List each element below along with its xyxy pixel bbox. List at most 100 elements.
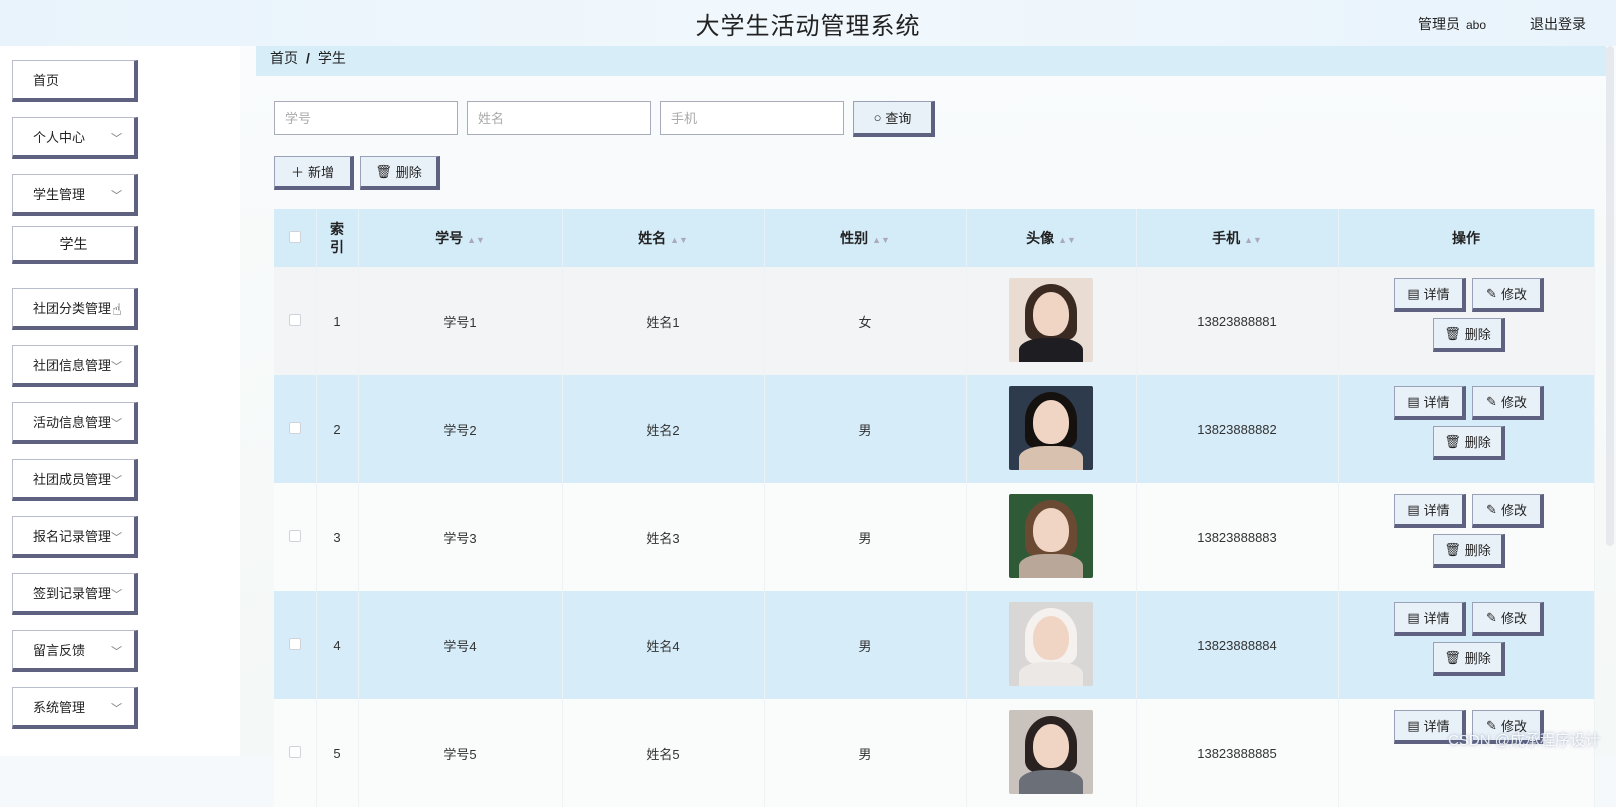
sidebar-item-feedback[interactable]: 留言反馈 ﹀	[12, 630, 138, 672]
query-button[interactable]: ○查询	[853, 101, 935, 137]
header-phone[interactable]: 手机▲▼	[1136, 209, 1338, 267]
cell-name: 姓名1	[562, 267, 764, 375]
cell-phone: 13823888883	[1136, 483, 1338, 591]
student-no-input[interactable]	[274, 101, 458, 135]
select-all-cell[interactable]	[274, 209, 316, 267]
header-name[interactable]: 姓名▲▼	[562, 209, 764, 267]
cell-actions: ▤详情 ✎修改 🗑删除	[1338, 267, 1594, 375]
document-icon: ▤	[1407, 394, 1419, 410]
cell-student-no: 学号3	[358, 483, 562, 591]
avatar[interactable]	[1009, 710, 1093, 794]
cell-phone: 13823888884	[1136, 591, 1338, 699]
sidebar-item-label: 社团信息管理	[33, 355, 111, 374]
trash-icon: 🗑	[1444, 434, 1461, 450]
avatar[interactable]	[1009, 278, 1093, 362]
chevron-down-icon: ﹀	[111, 415, 122, 431]
add-label: 新增	[308, 162, 334, 181]
delete-button[interactable]: 🗑删除	[1433, 642, 1505, 676]
header-index: 索引	[316, 209, 358, 267]
logout-link[interactable]: 退出登录	[1530, 14, 1586, 34]
edit-button[interactable]: ✎修改	[1472, 494, 1544, 528]
row-checkbox[interactable]	[289, 530, 301, 542]
row-checkbox[interactable]	[289, 314, 301, 326]
cell-index: 5	[316, 699, 358, 807]
sidebar: 首页 个人中心 ﹀ 学生管理 ﹀ 学生 社团分类管理 社团信息管理 ﹀ 活动信息…	[0, 46, 240, 756]
cell-gender: 女	[764, 267, 966, 375]
delete-button[interactable]: 🗑删除	[1433, 534, 1505, 568]
sidebar-subitem-student[interactable]: 学生	[12, 226, 138, 264]
header-gender[interactable]: 性别▲▼	[764, 209, 966, 267]
detail-button[interactable]: ▤详情	[1394, 494, 1466, 528]
trash-icon: 🗑	[1444, 326, 1461, 342]
search-icon: ○	[874, 110, 882, 125]
table-row: 5 学号5 姓名5 男 13823888885 ▤详情 ✎修改	[274, 699, 1594, 807]
plus-icon: ＋	[291, 162, 304, 181]
cell-index: 1	[316, 267, 358, 375]
select-all-checkbox[interactable]	[289, 231, 301, 243]
edit-button[interactable]: ✎修改	[1472, 602, 1544, 636]
sort-icon[interactable]: ▲▼	[1058, 235, 1076, 245]
sidebar-item-activity-info[interactable]: 活动信息管理 ﹀	[12, 402, 138, 444]
phone-input[interactable]	[660, 101, 844, 135]
sidebar-item-label: 社团成员管理	[33, 469, 111, 488]
chevron-down-icon: ﹀	[111, 700, 122, 716]
cell-actions: ▤详情 ✎修改 🗑删除	[1338, 483, 1594, 591]
breadcrumb-separator: /	[306, 50, 310, 66]
breadcrumb-home[interactable]: 首页	[270, 50, 298, 66]
top-header: 大学生活动管理系统 管理员abo 退出登录	[0, 0, 1616, 46]
sidebar-item-club-info[interactable]: 社团信息管理 ﹀	[12, 345, 138, 387]
cell-gender: 男	[764, 375, 966, 483]
batch-delete-button[interactable]: 🗑删除	[360, 156, 440, 190]
delete-button[interactable]: 🗑删除	[1433, 426, 1505, 460]
sidebar-item-home[interactable]: 首页	[12, 60, 138, 102]
cell-phone: 13823888885	[1136, 699, 1338, 807]
detail-button[interactable]: ▤详情	[1394, 278, 1466, 312]
avatar[interactable]	[1009, 386, 1093, 470]
cell-avatar	[966, 267, 1136, 375]
chevron-down-icon: ﹀	[111, 529, 122, 545]
cell-index: 2	[316, 375, 358, 483]
avatar[interactable]	[1009, 602, 1093, 686]
sidebar-item-registration-records[interactable]: 报名记录管理 ﹀	[12, 516, 138, 558]
document-icon: ▤	[1407, 502, 1419, 518]
edit-button[interactable]: ✎修改	[1472, 386, 1544, 420]
detail-button[interactable]: ▤详情	[1394, 386, 1466, 420]
cell-actions: ▤详情 ✎修改	[1338, 699, 1594, 807]
detail-button[interactable]: ▤详情	[1394, 602, 1466, 636]
document-icon: ▤	[1407, 610, 1419, 626]
edit-button[interactable]: ✎修改	[1472, 278, 1544, 312]
cell-avatar	[966, 375, 1136, 483]
sidebar-item-checkin-records[interactable]: 签到记录管理 ﹀	[12, 573, 138, 615]
sort-icon[interactable]: ▲▼	[872, 235, 890, 245]
cell-student-no: 学号1	[358, 267, 562, 375]
sort-icon[interactable]: ▲▼	[467, 235, 485, 245]
avatar[interactable]	[1009, 494, 1093, 578]
cell-name: 姓名5	[562, 699, 764, 807]
sidebar-item-club-members[interactable]: 社团成员管理 ﹀	[12, 459, 138, 501]
cell-actions: ▤详情 ✎修改 🗑删除	[1338, 375, 1594, 483]
delete-button[interactable]: 🗑删除	[1433, 318, 1505, 352]
chevron-down-icon: ﹀	[111, 130, 122, 146]
watermark: CSDN @成承程序设计	[1448, 729, 1600, 750]
delete-label: 删除	[396, 162, 422, 181]
cell-gender: 男	[764, 699, 966, 807]
sort-icon[interactable]: ▲▼	[670, 235, 688, 245]
add-button[interactable]: ＋新增	[274, 156, 354, 190]
cell-index: 4	[316, 591, 358, 699]
scrollbar[interactable]	[1606, 46, 1614, 546]
sidebar-item-system-management[interactable]: 系统管理 ﹀	[12, 687, 138, 729]
pencil-icon: ✎	[1486, 502, 1497, 518]
sidebar-item-profile[interactable]: 个人中心 ﹀	[12, 117, 138, 159]
cell-student-no: 学号5	[358, 699, 562, 807]
cell-gender: 男	[764, 591, 966, 699]
table-row: 3 学号3 姓名3 男 13823888883 ▤详情 ✎修改 🗑删除	[274, 483, 1594, 591]
row-checkbox[interactable]	[289, 638, 301, 650]
header-student-no[interactable]: 学号▲▼	[358, 209, 562, 267]
header-avatar[interactable]: 头像▲▼	[966, 209, 1136, 267]
row-checkbox[interactable]	[289, 422, 301, 434]
name-input[interactable]	[467, 101, 651, 135]
cell-actions: ▤详情 ✎修改 🗑删除	[1338, 591, 1594, 699]
sort-icon[interactable]: ▲▼	[1244, 235, 1262, 245]
sidebar-item-student-management[interactable]: 学生管理 ﹀	[12, 174, 138, 216]
cell-phone: 13823888882	[1136, 375, 1338, 483]
